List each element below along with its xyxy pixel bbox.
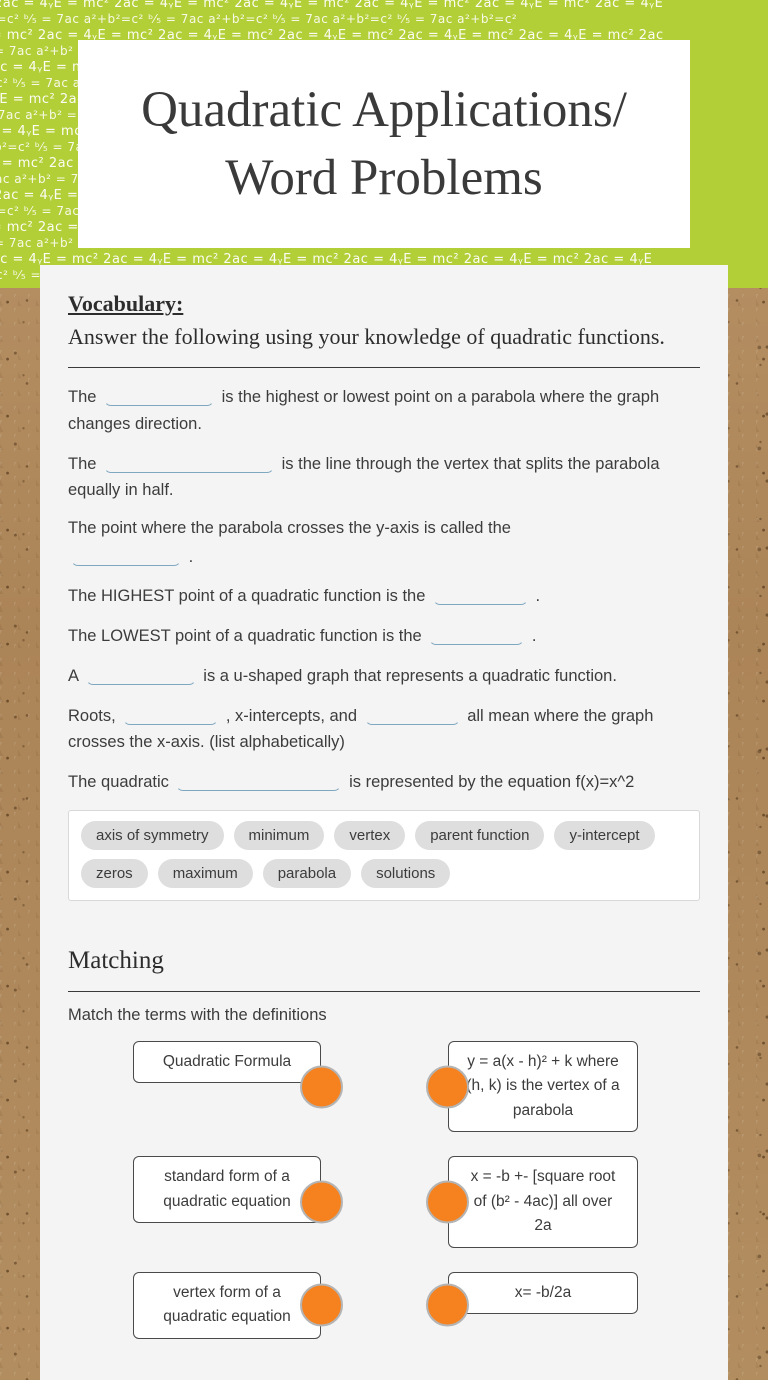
- word-bank-chip[interactable]: zeros: [81, 858, 148, 888]
- vocabulary-question: The is the highest or lowest point on a …: [68, 382, 700, 437]
- vocabulary-question: The quadratic is represented by the equa…: [68, 767, 700, 796]
- matching-term-box[interactable]: Quadratic Formula: [133, 1040, 321, 1084]
- matching-area: Quadratic Formula y = a(x - h)² + k where…: [68, 1040, 700, 1339]
- matching-term-box[interactable]: standard form of a quadratic equation: [133, 1156, 321, 1224]
- worksheet-title-card: Quadratic Applications/ Word Problems: [78, 40, 690, 248]
- word-bank-chip-row: axis of symmetry minimum vertex parent func…: [81, 820, 687, 888]
- question-after: .: [527, 627, 537, 646]
- question-before: The LOWEST point of a quadratic function…: [68, 627, 427, 646]
- answer-blank[interactable]: [71, 546, 181, 566]
- answer-blank[interactable]: [85, 665, 196, 685]
- matching-row: vertex form of a quadratic equation x= -b…: [68, 1271, 700, 1339]
- answer-blank[interactable]: [364, 705, 460, 725]
- matching-definition-wrapper: y = a(x - h)² + k where (h, k) is the ve…: [426, 1040, 638, 1133]
- answer-blank[interactable]: [104, 386, 215, 407]
- question-before: The point where the parabola crosses the…: [68, 519, 511, 538]
- matching-divider: [68, 990, 700, 992]
- matching-connector-dot[interactable]: [426, 1180, 469, 1224]
- matching-definition-box[interactable]: y = a(x - h)² + k where (h, k) is the ve…: [448, 1040, 638, 1133]
- matching-row: Quadratic Formula y = a(x - h)² + k where…: [68, 1040, 700, 1133]
- word-bank-chip[interactable]: axis of symmetry: [81, 820, 224, 850]
- matching-definition-box[interactable]: x = -b +- [square root of (b² - 4ac)] al…: [448, 1156, 638, 1248]
- question-before: A: [68, 666, 83, 685]
- word-bank: axis of symmetry minimum vertex parent func…: [68, 809, 700, 901]
- question-after: .: [530, 587, 541, 606]
- matching-term-wrapper: vertex form of a quadratic equation: [133, 1271, 343, 1339]
- matching-term-box[interactable]: vertex form of a quadratic equation: [133, 1271, 321, 1339]
- page-title: Quadratic Applications/ Word Problems: [141, 81, 627, 206]
- matching-definition-box[interactable]: x= -b/2a: [448, 1271, 638, 1315]
- word-bank-chip[interactable]: maximum: [157, 858, 253, 888]
- vocabulary-divider: [68, 367, 700, 369]
- matching-definition-wrapper: x = -b +- [square root of (b² - 4ac)] al…: [426, 1156, 638, 1248]
- matching-connector-dot[interactable]: [426, 1283, 469, 1327]
- vocabulary-question: The LOWEST point of a quadratic function…: [68, 621, 700, 650]
- word-bank-chip[interactable]: minimum: [233, 820, 325, 850]
- vocabulary-heading: Vocabulary:: [68, 291, 184, 316]
- vocabulary-question: Roots, , x-intercepts, and all mean wher…: [68, 701, 700, 756]
- answer-blank[interactable]: [123, 705, 219, 725]
- vocabulary-question: The is the line through the vertex that …: [68, 449, 700, 504]
- matching-heading: Matching: [68, 946, 164, 974]
- word-bank-chip[interactable]: vertex: [334, 820, 406, 850]
- answer-blank[interactable]: [429, 625, 525, 646]
- word-bank-chip[interactable]: y-intercept: [554, 820, 655, 850]
- matching-row: standard form of a quadratic equation x =…: [68, 1156, 700, 1248]
- word-bank-chip[interactable]: solutions: [361, 858, 451, 888]
- question-middle: , x-intercepts, and: [221, 706, 362, 725]
- answer-blank[interactable]: [104, 453, 275, 473]
- vocabulary-question: A is a u-shaped graph that represents a …: [68, 661, 700, 690]
- header-banner: 2ac = 4ᵧE = mc² 2ac = 4ᵧE = mc² 2ac = 4ᵧ…: [0, 0, 768, 288]
- answer-blank[interactable]: [176, 771, 342, 792]
- matching-connector-dot[interactable]: [300, 1065, 343, 1108]
- worksheet-card: Vocabulary: Answer the following using y…: [40, 265, 728, 1380]
- question-after: .: [184, 547, 194, 566]
- vocabulary-question-list: The is the highest or lowest point on a …: [68, 382, 700, 796]
- matching-definition-wrapper: x= -b/2a: [426, 1271, 638, 1339]
- matching-term-wrapper: standard form of a quadratic equation: [133, 1156, 343, 1247]
- question-before: The: [68, 388, 102, 407]
- vocabulary-subheading: Answer the following using your knowledg…: [68, 324, 665, 349]
- word-bank-chip[interactable]: parent function: [415, 820, 545, 850]
- formula-pattern-row: b²=c² ᵇ⁄₅ = 7ac a²+b²=c² ᵇ⁄₅ = 7ac a²+b²…: [0, 12, 518, 26]
- question-before: The: [68, 454, 102, 473]
- question-before: The HIGHEST point of a quadratic functio…: [68, 587, 430, 606]
- question-after: is a u-shaped graph that represents a qu…: [198, 666, 617, 685]
- vocabulary-question: The point where the parabola crosses the…: [68, 515, 700, 570]
- matching-instruction: Match the terms with the definitions: [68, 1005, 327, 1024]
- matching-connector-dot[interactable]: [300, 1283, 343, 1327]
- matching-term-wrapper: Quadratic Formula: [133, 1040, 343, 1132]
- word-bank-chip[interactable]: parabola: [262, 858, 352, 888]
- matching-connector-dot[interactable]: [426, 1065, 469, 1108]
- answer-blank[interactable]: [432, 585, 528, 606]
- question-after: is represented by the equation f(x)=x^2: [344, 773, 635, 792]
- question-before: The quadratic: [68, 773, 174, 792]
- formula-pattern-row: 2ac = 4ᵧE = mc² 2ac = 4ᵧE = mc² 2ac = 4ᵧ…: [0, 0, 664, 11]
- matching-connector-dot[interactable]: [300, 1180, 343, 1224]
- question-before: Roots,: [68, 706, 121, 725]
- vocabulary-question: The HIGHEST point of a quadratic functio…: [68, 581, 700, 610]
